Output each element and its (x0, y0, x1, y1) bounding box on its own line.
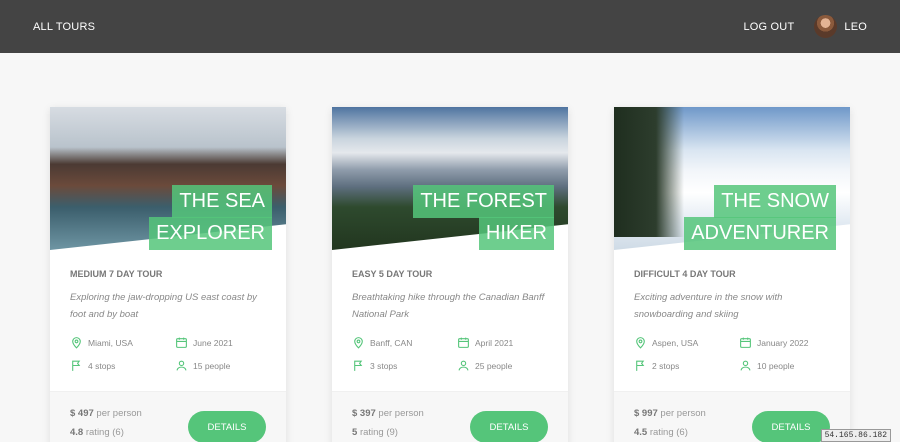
location-fact: Aspen, USA (634, 336, 739, 349)
rating-suffix: rating (6) (85, 427, 124, 438)
stops-text: 2 stops (652, 360, 680, 371)
card-details: DIFFICULT 4 DAY TOUR Exciting adventure … (634, 269, 830, 372)
card-footer: $ 997 per person 4.5 rating (6) DETAILS (614, 391, 850, 442)
flag-icon (636, 360, 645, 371)
date-fact: April 2021 (457, 336, 562, 349)
tour-subheading: EASY 5 DAY TOUR (352, 269, 433, 279)
calendar-icon (740, 337, 751, 348)
flag-icon (72, 360, 81, 371)
tour-subheading: MEDIUM 7 DAY TOUR (70, 269, 163, 279)
date-text: June 2021 (193, 337, 233, 348)
user-name: LEO (844, 20, 867, 33)
tour-summary: Breathtaking hike through the Canadian B… (352, 292, 545, 320)
rating-suffix: rating (9) (359, 427, 398, 438)
user-icon (740, 360, 751, 371)
stops-fact: 4 stops (70, 359, 175, 372)
date-fact: January 2022 (739, 336, 844, 349)
tour-summary: Exciting adventure in the snow with snow… (634, 292, 783, 320)
details-button[interactable]: DETAILS (752, 411, 830, 442)
people-text: 15 people (193, 360, 231, 371)
price-value: $ 497 (70, 408, 94, 419)
site-header: ALL TOURS LOG OUT LEO (0, 0, 900, 53)
card-footer: $ 397 per person 5 rating (9) DETAILS (332, 391, 568, 442)
stops-fact: 2 stops (634, 359, 739, 372)
user-nav: LOG OUT LEO (743, 15, 867, 38)
user-icon (458, 360, 469, 371)
calendar-icon (176, 337, 187, 348)
price-suffix: per person (96, 408, 142, 419)
location-fact: Miami, USA (70, 336, 175, 349)
date-fact: June 2021 (175, 336, 280, 349)
location-fact: Banff, CAN (352, 336, 457, 349)
price-suffix: per person (378, 408, 424, 419)
price-value: $ 397 (352, 408, 376, 419)
location-text: Miami, USA (88, 337, 133, 348)
people-text: 10 people (757, 360, 795, 371)
price-value: $ 997 (634, 408, 658, 419)
tour-card: THE SEA EXPLORER MEDIUM 7 DAY TOUR Explo… (50, 107, 286, 442)
tour-title-line2: HIKER (478, 217, 554, 250)
people-fact: 25 people (457, 359, 562, 372)
location-text: Banff, CAN (370, 337, 413, 348)
people-text: 25 people (475, 360, 513, 371)
flag-icon (354, 360, 363, 371)
stops-fact: 3 stops (352, 359, 457, 372)
rating-value: 5 (352, 427, 358, 438)
tour-subheading: DIFFICULT 4 DAY TOUR (634, 269, 736, 279)
ip-address-badge: 54.165.86.182 (820, 429, 891, 442)
nav-all-tours-link[interactable]: ALL TOURS (33, 21, 95, 33)
tour-card: THE SNOW ADVENTURER DIFFICULT 4 DAY TOUR… (614, 107, 850, 442)
user-profile-link[interactable]: LEO (814, 15, 867, 38)
tour-title-line1: THE SEA (172, 185, 272, 218)
logout-link[interactable]: LOG OUT (743, 21, 794, 33)
rating-value: 4.8 (70, 427, 84, 438)
user-icon (176, 360, 187, 371)
rating-suffix: rating (6) (649, 427, 688, 438)
tour-title-line1: THE SNOW (714, 185, 836, 218)
date-text: January 2022 (757, 337, 809, 348)
card-footer: $ 497 per person 4.8 rating (6) DETAILS (50, 391, 286, 442)
card-details: EASY 5 DAY TOUR Breathtaking hike throug… (352, 269, 548, 372)
tour-title-line2: ADVENTURER (684, 217, 836, 250)
calendar-icon (458, 337, 469, 348)
rating-value: 4.5 (634, 427, 648, 438)
stops-text: 3 stops (370, 360, 398, 371)
avatar (814, 15, 838, 38)
people-fact: 10 people (739, 359, 844, 372)
price-suffix: per person (660, 408, 706, 419)
map-pin-icon (72, 337, 81, 349)
details-button[interactable]: DETAILS (470, 411, 548, 442)
tour-card: THE FOREST HIKER EASY 5 DAY TOUR Breatht… (332, 107, 568, 442)
tour-title-line2: EXPLORER (149, 217, 272, 250)
location-text: Aspen, USA (652, 337, 699, 348)
tour-title-line1: THE FOREST (413, 185, 554, 218)
people-fact: 15 people (175, 359, 280, 372)
tour-summary: Exploring the jaw-dropping US east coast… (70, 292, 257, 320)
map-pin-icon (354, 337, 363, 349)
card-details: MEDIUM 7 DAY TOUR Exploring the jaw-drop… (70, 269, 266, 372)
date-text: April 2021 (475, 337, 514, 348)
stops-text: 4 stops (88, 360, 116, 371)
map-pin-icon (636, 337, 645, 349)
details-button[interactable]: DETAILS (188, 411, 266, 442)
